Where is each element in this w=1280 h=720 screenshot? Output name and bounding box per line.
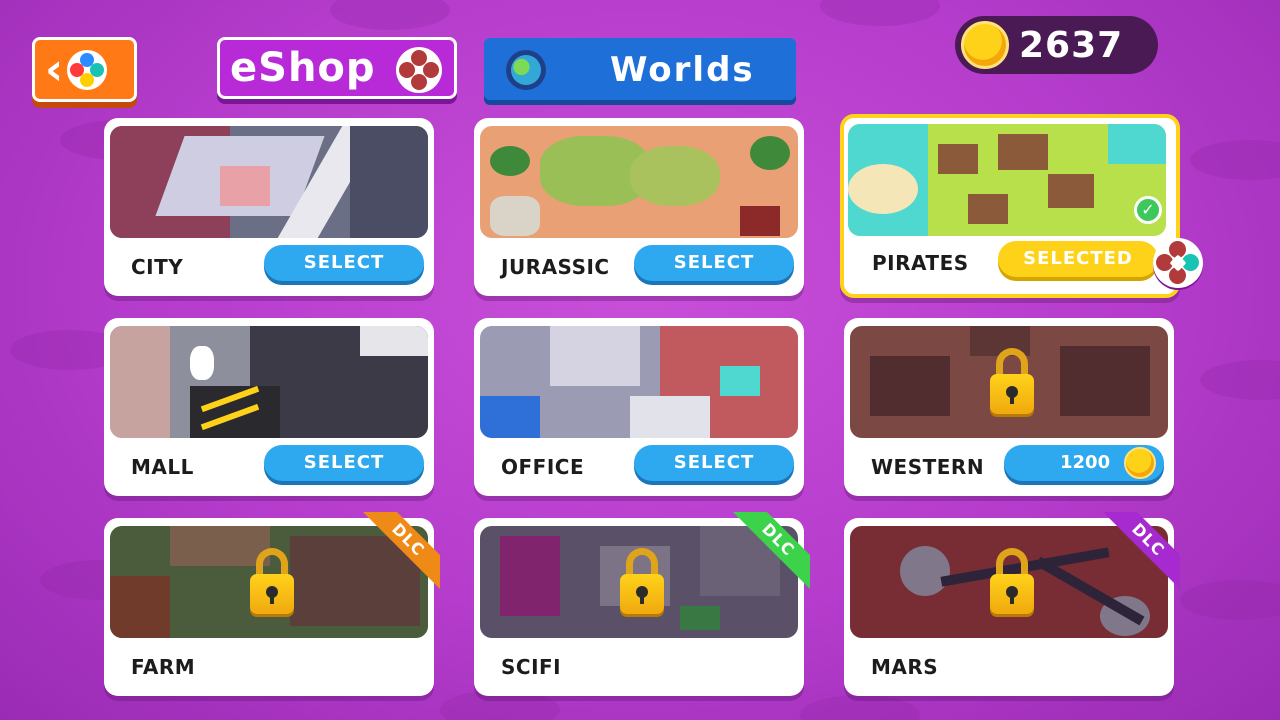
- world-name: OFFICE: [501, 455, 585, 479]
- dlc-ribbon: DLC: [362, 512, 440, 590]
- dlc-ribbon: DLC: [732, 512, 810, 590]
- world-card-scifi[interactable]: DLC SCIFI: [474, 512, 810, 696]
- tab-worlds[interactable]: Worlds: [484, 38, 796, 100]
- selected-check-icon: ✓: [1134, 196, 1162, 224]
- world-card-pirates[interactable]: ✓ PIRATES SELECTED: [840, 114, 1180, 298]
- world-card-city[interactable]: CITY SELECT: [104, 118, 434, 296]
- world-thumbnail-office: [480, 326, 798, 438]
- world-name: JURASSIC: [501, 255, 610, 279]
- world-name: WESTERN: [871, 455, 985, 479]
- coin-icon: [961, 21, 1009, 69]
- padlock-icon: [990, 548, 1034, 614]
- select-button-mall[interactable]: SELECT: [264, 445, 424, 481]
- padlock-icon: [620, 548, 664, 614]
- world-name: PIRATES: [872, 251, 969, 275]
- world-thumbnail-mall: [110, 326, 428, 438]
- world-card-mall[interactable]: MALL SELECT: [104, 318, 434, 496]
- world-name: MALL: [131, 455, 194, 479]
- world-card-jurassic[interactable]: JURASSIC SELECT: [474, 118, 804, 296]
- world-thumbnail-jurassic: [480, 126, 798, 238]
- back-arrow-icon: ‹: [45, 43, 64, 95]
- select-button-jurassic[interactable]: SELECT: [634, 245, 794, 281]
- world-card-western[interactable]: WESTERN 1200: [844, 318, 1174, 496]
- select-button-city[interactable]: SELECT: [264, 245, 424, 281]
- padlock-icon: [250, 548, 294, 614]
- world-name: SCIFI: [501, 655, 562, 679]
- dlc-label: DLC: [1102, 512, 1180, 590]
- world-price: 1200: [1060, 452, 1111, 473]
- globe-icon: [506, 50, 546, 90]
- world-name: FARM: [131, 655, 196, 679]
- selected-button-pirates[interactable]: SELECTED: [998, 241, 1158, 277]
- world-card-farm[interactable]: DLC FARM: [104, 512, 440, 696]
- world-thumbnail-city: [110, 126, 428, 238]
- world-card-office[interactable]: OFFICE SELECT: [474, 318, 804, 496]
- buy-button-western[interactable]: 1200: [1004, 445, 1164, 481]
- world-thumbnail-western: [850, 326, 1168, 438]
- world-name: CITY: [131, 255, 184, 279]
- gamepad-dpad-icon: [67, 49, 108, 90]
- padlock-icon: [990, 348, 1034, 414]
- gamepad-dpad-icon: [1153, 238, 1203, 288]
- world-thumbnail-pirates: [848, 124, 1166, 236]
- dlc-label: DLC: [732, 512, 810, 590]
- back-button[interactable]: ‹: [32, 37, 137, 102]
- dlc-label: DLC: [362, 512, 440, 590]
- eshop-button[interactable]: eShop: [217, 37, 457, 99]
- world-card-mars[interactable]: DLC MARS: [844, 512, 1180, 696]
- select-button-office[interactable]: SELECT: [634, 445, 794, 481]
- dlc-ribbon: DLC: [1102, 512, 1180, 590]
- coin-count: 2637: [1019, 24, 1124, 66]
- worlds-label: Worlds: [610, 50, 755, 90]
- eshop-label: eShop: [230, 45, 376, 91]
- world-name: MARS: [871, 655, 939, 679]
- gamepad-dpad-icon: [396, 47, 442, 93]
- coin-balance: 2637: [955, 16, 1158, 74]
- coin-icon: [1124, 447, 1156, 479]
